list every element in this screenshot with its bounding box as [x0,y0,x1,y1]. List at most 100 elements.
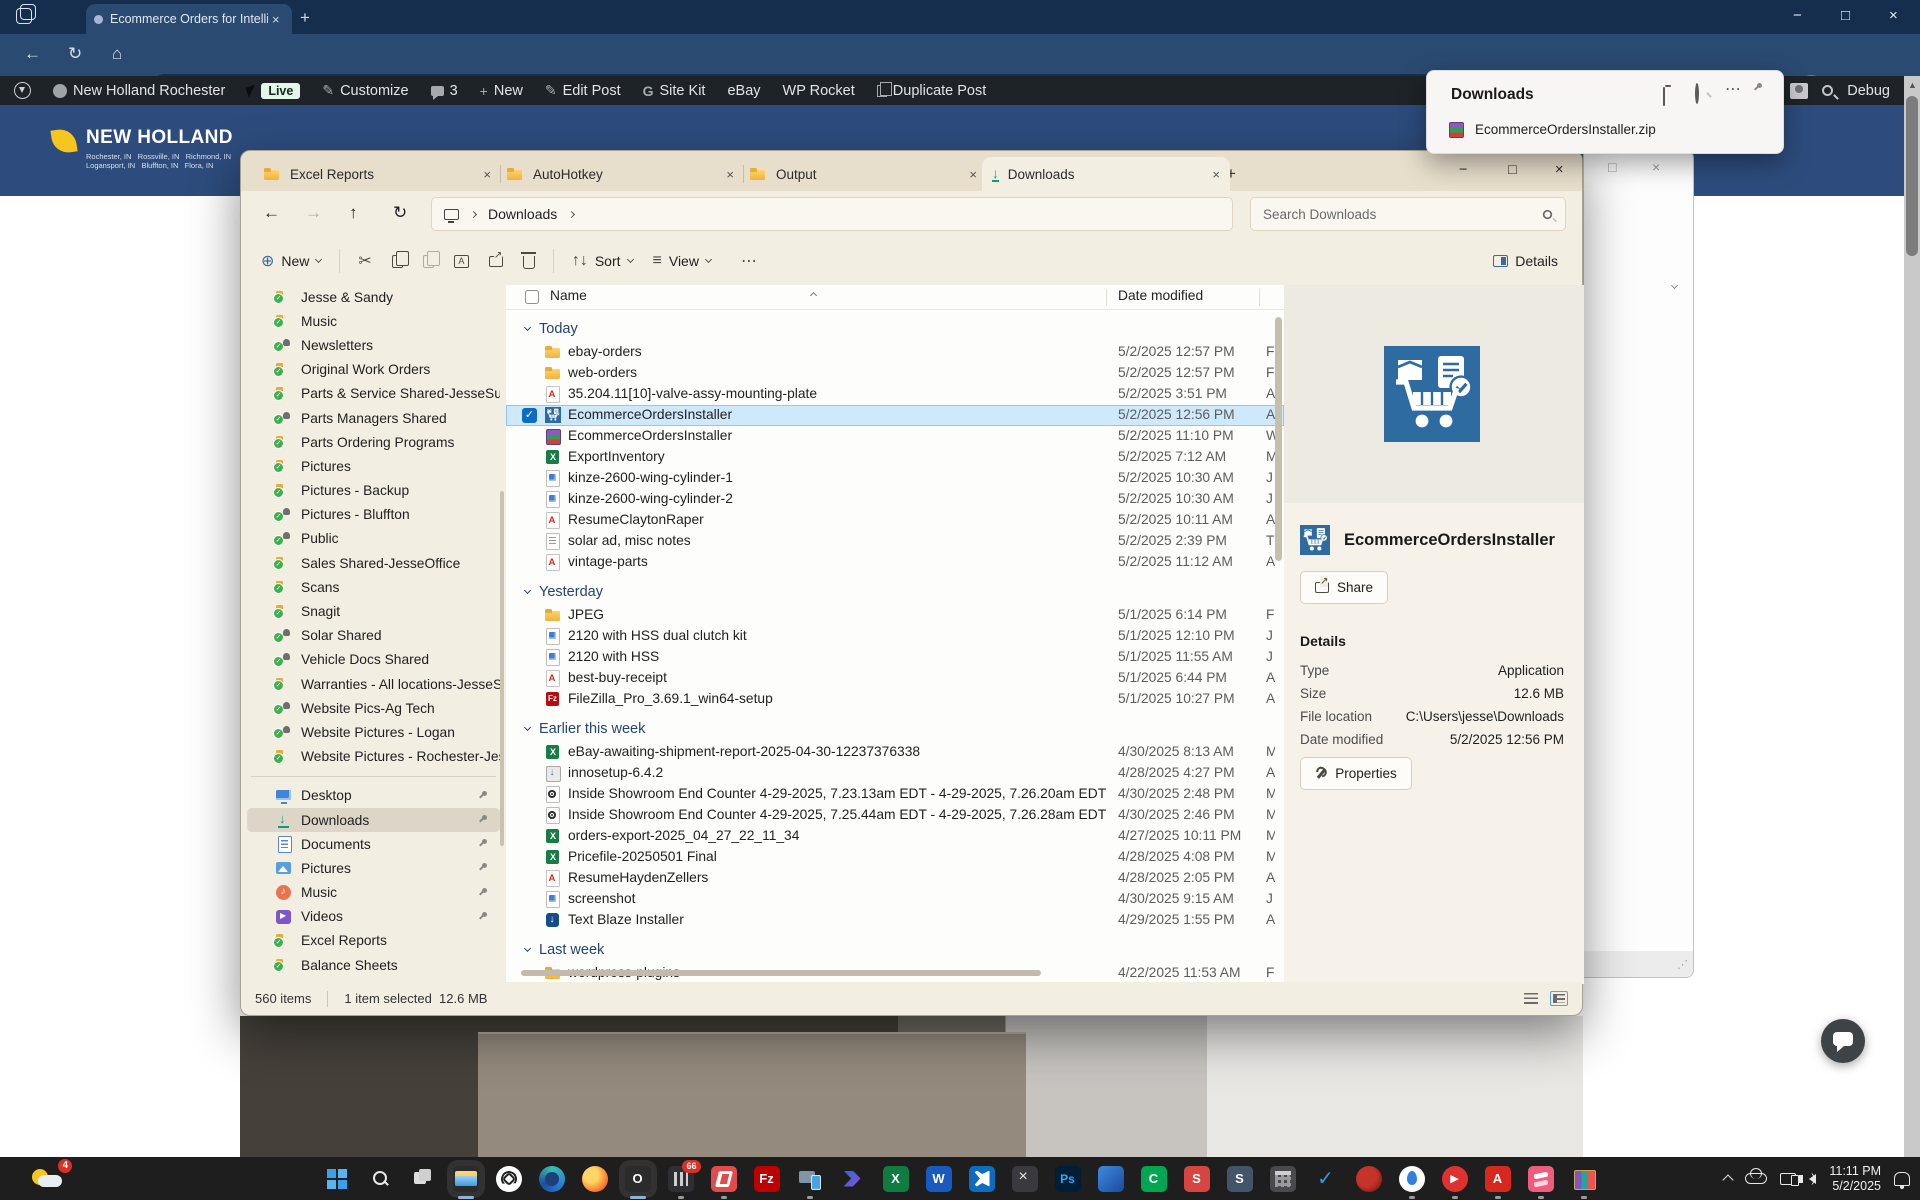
sidebar-item-public[interactable]: Public [247,527,500,551]
background-window[interactable]: □ × ⋰ [1583,150,1694,978]
cut-button[interactable]: ✂ [348,244,381,278]
browser-minimize-button[interactable]: − [1793,7,1802,24]
taskbar-icon-smartsheet[interactable]: S [1227,1166,1253,1192]
flyout-pin-icon[interactable] [1753,83,1763,101]
sidebar-item-pictures-backup[interactable]: Pictures - Backup [247,479,500,503]
file-row[interactable]: kinze-2600-wing-cylinder-25/2/2025 10:30… [506,489,1284,510]
taskbar-icon-photoshop[interactable]: Ps [1055,1166,1081,1192]
file-row[interactable]: web-orders5/2/2025 12:57 PMF [506,363,1284,384]
taskbar-icon-chatgpt[interactable] [496,1166,522,1192]
sidebar-item-documents[interactable]: Documents [247,832,500,856]
file-row[interactable]: EcommerceOrdersInstaller5/2/2025 11:10 P… [506,426,1284,447]
file-row[interactable]: ExportInventory5/2/2025 7:12 AMM [506,447,1284,468]
file-row[interactable]: FileZilla_Pro_3.69.1_win64-setup5/1/2025… [506,689,1284,710]
file-row[interactable]: best-buy-receipt5/1/2025 6:44 PMA [506,668,1284,689]
taskbar-icon-calculator[interactable] [1270,1166,1296,1192]
admin-bar-item[interactable]: +New [480,83,523,99]
file-row[interactable]: kinze-2600-wing-cylinder-15/2/2025 10:30… [506,468,1284,489]
tab-close-icon[interactable]: × [483,167,491,182]
sidebar-item-website-pics-ag-tech[interactable]: Website Pics-Ag Tech [247,696,500,720]
volume-icon[interactable] [1809,1174,1816,1184]
taskbar-icon-winrar[interactable] [1571,1166,1597,1192]
file-row[interactable]: ResumeClaytonRaper5/2/2025 10:11 AMA [506,510,1284,531]
admin-bar-item[interactable]: WP Rocket [783,83,855,99]
taskbar-icon-word[interactable]: W [926,1166,952,1192]
background-window-close-icon[interactable]: × [1652,159,1660,175]
explorer-tab-output[interactable]: Output× [739,157,987,191]
sidebar-item-newsletters[interactable]: Newsletters [247,333,500,357]
explorer-forward-icon[interactable]: → [305,203,322,223]
taskbar-icon-blue-app[interactable] [1098,1166,1124,1192]
taskbar-icon-excel[interactable]: X [883,1166,909,1192]
taskbar-icon-filezilla[interactable]: Fz [754,1166,780,1192]
sidebar-item-desktop[interactable]: Desktop [247,784,500,808]
file-row[interactable]: Pricefile-20250501 Final4/28/2025 4:08 P… [506,847,1284,868]
sidebar-item-sales-shared-jesseoffice[interactable]: Sales Shared-JesseOffice [247,551,500,575]
tab-close-icon[interactable]: × [272,12,280,27]
file-row[interactable]: solar ad, misc notes5/2/2025 2:39 PMT [506,531,1284,552]
breadcrumb[interactable]: Downloads [431,197,1233,231]
breadcrumb-chevron-icon[interactable] [470,210,477,217]
view-button[interactable]: ≡ View [643,245,721,277]
debug-label[interactable]: Debug [1847,83,1890,99]
flyout-more-icon[interactable]: ⋯ [1725,79,1741,99]
open-downloads-folder-icon[interactable] [1663,88,1665,106]
taskbar-icon-snagit[interactable]: S [1184,1166,1210,1192]
file-row[interactable]: 2120 with HSS5/1/2025 11:55 AMJ [506,647,1284,668]
admin-bar-item[interactable]: Duplicate Post [877,83,987,99]
explorer-up-icon[interactable]: ↑ [349,203,358,223]
file-row[interactable]: Inside Showroom End Counter 4-29-2025, 7… [506,805,1284,826]
breadcrumb-chevron-icon[interactable] [568,210,575,217]
file-row[interactable]: screenshot4/30/2025 9:15 AMJ [506,889,1284,910]
resize-grip-icon[interactable]: ⋰ [1677,958,1689,971]
workspaces-icon[interactable] [16,8,32,24]
share-button[interactable]: Share [1300,571,1388,604]
explorer-tab-excel-reports[interactable]: Excel Reports× [253,157,501,191]
tab-close-icon[interactable]: × [726,167,734,182]
sidebar-item-excel-reports[interactable]: Excel Reports [247,929,500,953]
search-downloads-icon[interactable] [1695,85,1699,103]
copy-button[interactable] [382,248,413,275]
delete-button[interactable] [513,246,545,276]
group-header-last-week[interactable]: Last week [506,937,1284,963]
taskbar-clock[interactable]: 11:11 PM 5/2/2025 [1829,1164,1881,1194]
tab-close-icon[interactable]: × [1212,167,1220,182]
taskbar-icon-acrobat[interactable]: A [1485,1166,1511,1192]
taskbar-icon-power-automate[interactable] [840,1166,866,1192]
file-row[interactable]: eBay-awaiting-shipment-report-2025-04-30… [506,742,1284,763]
file-row[interactable]: ✓EcommerceOrdersInstaller5/2/2025 12:56 … [506,405,1284,426]
taskbar-icon-start[interactable] [324,1166,350,1192]
column-date-modified[interactable]: Date modified [1118,288,1203,303]
file-row[interactable]: JPEG5/1/2025 6:14 PMF [506,605,1284,626]
sidebar-item-pictures[interactable]: Pictures [247,856,500,880]
taskbar-icon-media-play[interactable]: ▶ [1442,1166,1468,1192]
sidebar-item-website-pictures-rochester-jessesur[interactable]: Website Pictures - Rochester-JesseSur [247,745,500,769]
back-icon[interactable]: ← [24,44,41,64]
sidebar-item-music[interactable]: Music [247,881,500,905]
explorer-close-button[interactable]: × [1555,162,1563,178]
taskbar-icon-file-explorer[interactable] [453,1166,479,1192]
group-header-today[interactable]: Today [506,316,1284,342]
file-row[interactable]: ebay-orders5/2/2025 12:57 PMF [506,342,1284,363]
details-view-icon[interactable] [1522,991,1540,1006]
admin-bar-item[interactable]: ✎Customize [322,82,408,99]
file-row[interactable]: Text Blaze Installer4/29/2025 1:55 PMA [506,910,1284,931]
search-icon[interactable] [1822,85,1833,96]
sidebar-item-warranties-all-locations-jessesurface[interactable]: Warranties - All locations-JesseSurface [247,672,500,696]
taskbar-icon-text-blaze[interactable]: 66 [668,1166,694,1192]
page-scrollbar-thumb[interactable] [1906,96,1918,256]
browser-maximize-button[interactable]: □ [1841,7,1850,24]
taskbar-icon-remote-desktop[interactable] [797,1166,823,1192]
file-row[interactable]: orders-export-2025_04_27_22_11_344/27/20… [506,826,1284,847]
breadcrumb-item[interactable]: Downloads [488,206,557,222]
more-options-button[interactable]: ⋯ [731,244,767,278]
explorer-refresh-icon[interactable]: ↻ [393,203,407,223]
explorer-tab-autohotkey[interactable]: AutoHotkey× [496,157,744,191]
sidebar-item-snagit[interactable]: Snagit [247,599,500,623]
sidebar-item-website-pictures-logan[interactable]: Website Pictures - Logan [247,720,500,744]
taskbar-icon-outlook[interactable]: O [625,1166,651,1192]
sidebar-item-solar-shared[interactable]: Solar Shared [247,624,500,648]
taskbar-icon-search[interactable] [367,1166,393,1192]
group-chevron-icon[interactable] [524,724,531,731]
sidebar-item-videos[interactable]: Videos [247,905,500,929]
